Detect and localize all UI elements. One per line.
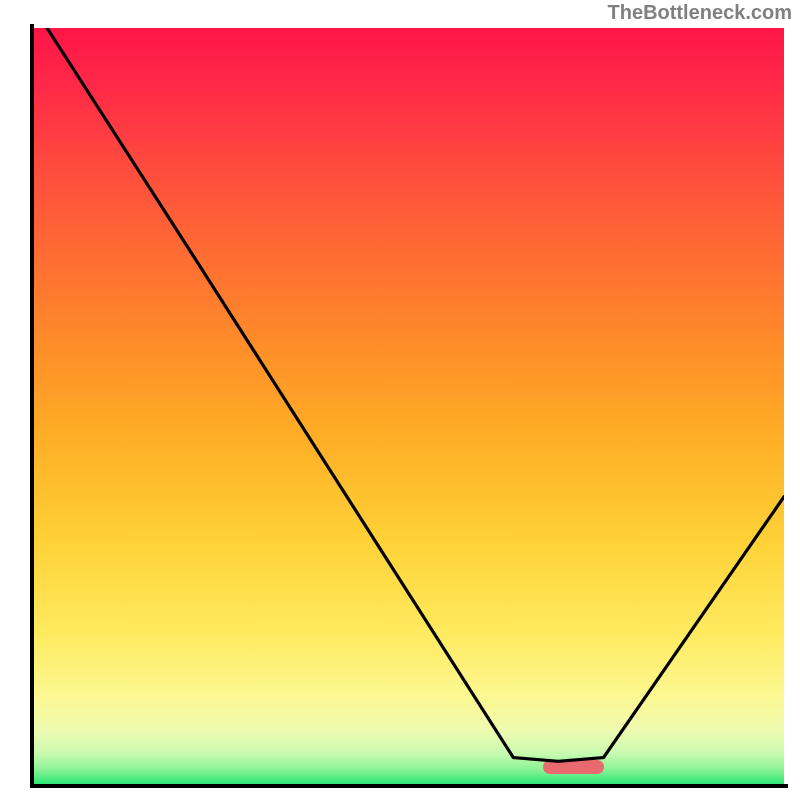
- y-axis: [30, 24, 34, 788]
- chart-gradient-background: [32, 28, 784, 784]
- x-axis: [30, 784, 788, 788]
- attribution-text: TheBottleneck.com: [608, 2, 792, 25]
- optimal-range-marker: [543, 760, 603, 774]
